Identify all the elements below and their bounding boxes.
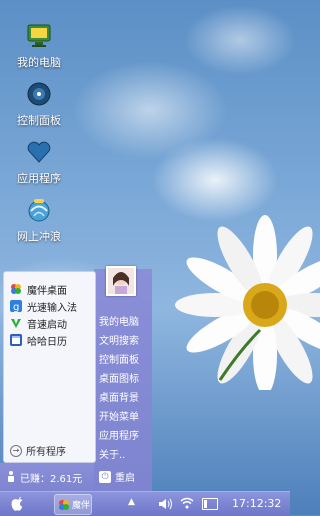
internet-globe-icon: [25, 196, 53, 224]
all-programs-label: 所有程序: [26, 447, 66, 458]
start-menu-programs-panel: 魔伴桌面 g 光速输入法 音速启动 哈哈日历 → 所有程序: [3, 271, 96, 463]
v-launcher-icon: [10, 317, 22, 329]
menu-item-desktop-icons[interactable]: 桌面图标: [99, 370, 139, 385]
desktop-icon-internet[interactable]: 网上冲浪: [8, 196, 70, 244]
apple-start-icon[interactable]: [10, 496, 24, 512]
desktop-icon-applications[interactable]: 应用程序: [8, 138, 70, 186]
program-item-calendar[interactable]: 哈哈日历: [10, 332, 67, 348]
menu-item-search[interactable]: 文明搜索: [99, 332, 139, 347]
earnings-display: 已赚：2.61元: [6, 470, 82, 485]
desktop-icon-label: 网上冲浪: [17, 230, 61, 243]
arrow-right-icon: →: [10, 444, 22, 457]
user-avatar[interactable]: [106, 266, 136, 296]
program-item-input-method[interactable]: g 光速输入法: [10, 298, 77, 314]
heart-app-icon: [25, 138, 53, 166]
control-panel-icon: [25, 80, 53, 108]
svg-text:g: g: [13, 302, 19, 312]
menu-item-control-panel[interactable]: 控制面板: [99, 351, 139, 366]
program-label: 光速输入法: [27, 302, 77, 314]
start-menu: 我的电脑 文明搜索 控制面板 桌面图标 桌面背景 开始菜单 应用程序 关于.. …: [0, 266, 152, 491]
menu-item-my-computer[interactable]: 我的电脑: [99, 313, 139, 328]
all-programs-button[interactable]: → 所有程序: [10, 443, 66, 458]
program-label: 哈哈日历: [27, 336, 67, 348]
power-icon: ⏻: [99, 470, 111, 483]
info-icon: [6, 470, 16, 485]
pinwheel-icon: [58, 499, 70, 511]
volume-icon[interactable]: [158, 497, 174, 511]
battery-icon[interactable]: [202, 498, 218, 510]
menu-item-applications[interactable]: 应用程序: [99, 427, 139, 442]
menu-item-about[interactable]: 关于..: [99, 446, 125, 461]
program-item-speed-launcher[interactable]: 音速启动: [10, 315, 67, 331]
taskbar-app-moban[interactable]: 魔伴: [54, 494, 92, 515]
tray-expand-icon[interactable]: ▲: [128, 497, 135, 507]
calendar-icon: [10, 334, 22, 346]
start-menu-right-panel: 我的电脑 文明搜索 控制面板 桌面图标 桌面背景 开始菜单 应用程序 关于.. …: [94, 266, 152, 491]
desktop-icon-label: 控制面板: [17, 114, 61, 127]
start-menu-footer: 已赚：2.61元: [0, 463, 94, 491]
desktop-icon-control-panel[interactable]: 控制面板: [8, 80, 70, 128]
taskbar-clock[interactable]: 17:12:32: [232, 497, 281, 510]
restart-label: 重启: [115, 473, 135, 484]
desktop-icon-label: 我的电脑: [17, 56, 61, 69]
program-label: 魔伴桌面: [27, 285, 67, 297]
menu-item-desktop-background[interactable]: 桌面背景: [99, 389, 139, 404]
wifi-icon[interactable]: [180, 496, 194, 510]
menu-item-start-menu[interactable]: 开始菜单: [99, 408, 139, 423]
earnings-text: 已赚：2.61元: [20, 474, 83, 485]
desktop-icon-label: 应用程序: [17, 172, 61, 185]
wallpaper-daisy: [175, 215, 320, 390]
pinwheel-icon: [10, 283, 22, 295]
program-item-moban-desktop[interactable]: 魔伴桌面: [10, 281, 67, 297]
computer-icon: [25, 22, 53, 50]
program-label: 音速启动: [27, 319, 67, 331]
desktop-icon-my-computer[interactable]: 我的电脑: [8, 22, 70, 70]
input-method-icon: g: [10, 300, 22, 313]
restart-button[interactable]: ⏻ 重启: [99, 469, 135, 484]
taskbar: 魔伴 ▲ 17:12:32: [0, 491, 290, 516]
taskbar-app-label: 魔伴: [72, 501, 91, 511]
